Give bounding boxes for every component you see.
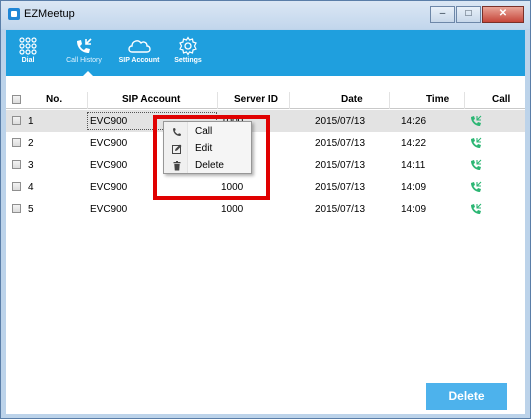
tab-dial[interactable]: Dial [14,30,42,76]
cell-sip-account: EVC900 [90,116,128,127]
select-all-checkbox[interactable] [12,95,21,104]
cloud-icon [114,30,164,56]
cell-time: 14:09 [401,182,427,193]
tab-sip-account-label: SIP Account [118,57,160,64]
cell-time: 14:11 [401,160,426,171]
header-date[interactable]: Date [341,94,363,105]
column-divider [217,92,218,109]
tab-call-history[interactable]: Call History [62,30,106,76]
cell-sip-account: EVC900 [90,182,128,193]
cell-time: 14:26 [401,116,427,127]
close-button[interactable]: ✕ [482,6,524,23]
tab-settings[interactable]: Settings [170,30,206,76]
cell-date: 2015/07/13 [315,204,366,215]
window-controls: – □ ✕ [430,6,524,23]
cell-date: 2015/07/13 [315,182,366,193]
column-divider [87,92,88,109]
cell-date: 2015/07/13 [315,138,366,149]
column-divider [464,92,465,109]
cell-time: 14:09 [401,204,427,215]
header-no[interactable]: No. [46,94,62,105]
cell-time: 14:22 [401,138,427,149]
row-checkbox[interactable] [12,138,21,147]
row-checkbox[interactable] [12,116,21,125]
window-title: EZMeetup [24,8,75,20]
table-row[interactable]: 5 EVC900 1000 2015/07/13 14:09 [6,198,525,220]
app-logo-icon [8,8,20,20]
cell-date: 2015/07/13 [315,116,366,127]
call-back-icon[interactable] [470,115,482,127]
call-back-icon[interactable] [470,181,482,193]
app-window: EZMeetup – □ ✕ Dial Call History SIP Acc… [0,0,531,419]
call-back-icon[interactable] [470,159,482,171]
table-header: No. SIP Account Server ID Date Time Call [6,92,525,109]
call-back-icon[interactable] [470,137,482,149]
call-back-icon[interactable] [470,203,482,215]
cell-sip-account: EVC900 [90,138,128,149]
cell-no: 4 [28,182,34,193]
call-history-icon [62,30,106,56]
main-toolbar: Dial Call History SIP Account Settings [6,30,525,76]
cell-no: 2 [28,138,34,149]
column-divider [389,92,390,109]
title-bar: EZMeetup – □ ✕ [1,1,530,29]
row-checkbox[interactable] [12,204,21,213]
column-divider [289,92,290,109]
header-time[interactable]: Time [426,94,449,105]
tab-settings-label: Settings [174,57,202,64]
cell-no: 1 [28,116,34,127]
row-checkbox[interactable] [12,160,21,169]
cell-no: 5 [28,204,34,215]
dialpad-icon [14,30,42,56]
cell-date: 2015/07/13 [315,160,366,171]
minimize-button[interactable]: – [430,6,455,23]
cell-no: 3 [28,160,34,171]
tab-call-history-label: Call History [66,57,102,64]
header-server-id[interactable]: Server ID [234,94,278,105]
highlight-box [153,115,270,200]
gear-icon [170,30,206,56]
delete-button[interactable]: Delete [426,383,507,410]
tab-sip-account[interactable]: SIP Account [114,30,164,76]
row-checkbox[interactable] [12,182,21,191]
maximize-button[interactable]: □ [456,6,481,23]
header-sip-account[interactable]: SIP Account [122,94,180,105]
cell-server-id: 1000 [221,204,244,215]
header-call[interactable]: Call [492,94,510,105]
cell-sip-account: EVC900 [90,204,128,215]
cell-sip-account: EVC900 [90,160,128,171]
